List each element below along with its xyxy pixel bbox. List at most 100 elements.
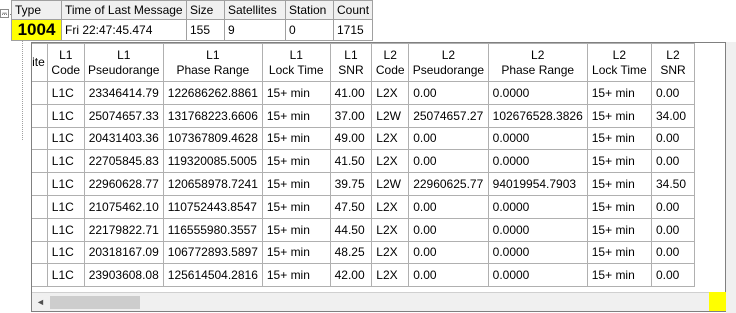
cell-l2-code[interactable]: L2X — [371, 126, 410, 151]
cell-l1-snr[interactable]: 37.00 — [329, 103, 373, 128]
cell-l2-snr[interactable]: 0.00 — [650, 81, 696, 105]
cell-l2-pseudorange[interactable]: 0.00 — [408, 81, 489, 105]
cell-l2-phase-range[interactable]: 94019954.7903 — [487, 172, 588, 196]
cell-l2-lock-time[interactable]: 15+ min — [586, 81, 652, 105]
cell-l2-lock-time[interactable]: 15+ min — [586, 263, 652, 288]
cell-l2-phase-range[interactable]: 102676528.3826 — [487, 103, 588, 128]
column-header-l2-lock-time[interactable]: L2 Lock Time — [586, 43, 652, 82]
cell-l2-code[interactable]: L2X — [371, 149, 410, 174]
cell-l1-phase-range[interactable]: 106772893.5897 — [162, 240, 263, 265]
table-row[interactable]: L1C 20318167.09 106772893.5897 15+ min 48.25… — [32, 240, 696, 265]
cell-l1-phase-range[interactable]: 131768223.6606 — [162, 103, 263, 128]
cell-l1-snr[interactable]: 49.00 — [329, 126, 373, 151]
cell-l1-pseudorange[interactable]: 25074657.33 — [83, 103, 164, 128]
cell-l2-phase-range[interactable]: 0.0000 — [487, 149, 588, 174]
cell-l1-pseudorange[interactable]: 20431403.36 — [83, 126, 164, 151]
cell-satellite[interactable] — [32, 126, 48, 151]
cell-l1-lock-time[interactable]: 15+ min — [261, 172, 331, 196]
cell-l1-code[interactable]: L1C — [46, 149, 85, 174]
cell-l1-pseudorange[interactable]: 22960628.77 — [83, 172, 164, 196]
cell-l2-snr[interactable]: 0.00 — [650, 126, 696, 151]
cell-l1-pseudorange[interactable]: 21075462.10 — [83, 194, 164, 219]
cell-l2-pseudorange[interactable]: 0.00 — [408, 217, 489, 242]
cell-l1-snr[interactable]: 39.75 — [329, 172, 373, 196]
scroll-left-icon[interactable]: ◄ — [32, 293, 49, 312]
cell-l1-code[interactable]: L1C — [46, 217, 85, 242]
cell-l1-code[interactable]: L1C — [46, 263, 85, 288]
header-type[interactable]: Type — [11, 0, 62, 20]
cell-l2-code[interactable]: L2W — [371, 172, 410, 196]
cell-l1-phase-range[interactable]: 122686262.8861 — [162, 81, 263, 105]
cell-l1-lock-time[interactable]: 15+ min — [261, 217, 331, 242]
cell-l2-phase-range[interactable]: 0.0000 — [487, 126, 588, 151]
cell-l2-snr[interactable]: 0.00 — [650, 263, 696, 288]
cell-l1-code[interactable]: L1C — [46, 81, 85, 105]
cell-l1-phase-range[interactable]: 119320085.5005 — [162, 149, 263, 174]
cell-l1-phase-range[interactable]: 110752443.8547 — [162, 194, 263, 219]
cell-l2-phase-range[interactable]: 0.0000 — [487, 217, 588, 242]
summary-value-row[interactable]: 1004 Fri 22:47:45.474 155 9 0 1715 — [11, 19, 374, 41]
table-row[interactable]: L1C 22705845.83 119320085.5005 15+ min 41.50… — [32, 149, 696, 174]
cell-l2-snr[interactable]: 0.00 — [650, 194, 696, 219]
cell-l1-pseudorange[interactable]: 23346414.79 — [83, 81, 164, 105]
cell-l2-code[interactable]: L2X — [371, 240, 410, 265]
column-header-l2-code[interactable]: L2 Code — [371, 43, 410, 82]
cell-l2-lock-time[interactable]: 15+ min — [586, 217, 652, 242]
cell-l1-pseudorange[interactable]: 20318167.09 — [83, 240, 164, 265]
cell-l1-code[interactable]: L1C — [46, 126, 85, 151]
header-station[interactable]: Station — [285, 0, 334, 20]
cell-l1-lock-time[interactable]: 15+ min — [261, 240, 331, 265]
cell-l1-phase-range[interactable]: 120658978.7241 — [162, 172, 263, 196]
horizontal-scrollbar[interactable]: ◄ — [32, 292, 725, 311]
header-count[interactable]: Count — [332, 0, 374, 20]
cell-l1-code[interactable]: L1C — [46, 172, 85, 196]
cell-l1-lock-time[interactable]: 15+ min — [261, 194, 331, 219]
table-row[interactable]: L1C 20431403.36 107367809.4628 15+ min 49.00… — [32, 126, 696, 151]
cell-l2-pseudorange[interactable]: 22960625.77 — [408, 172, 489, 196]
cell-l1-lock-time[interactable]: 15+ min — [261, 149, 331, 174]
cell-l1-code[interactable]: L1C — [46, 194, 85, 219]
cell-l2-lock-time[interactable]: 15+ min — [586, 149, 652, 174]
cell-l1-code[interactable]: L1C — [46, 103, 85, 128]
column-header-l2-pseudorange[interactable]: L2 Pseudorange — [408, 43, 489, 82]
header-time-of-last-message[interactable]: Time of Last Message — [61, 0, 187, 20]
cell-l1-snr[interactable]: 44.50 — [329, 217, 373, 242]
column-header-l1-pseudorange[interactable]: L1 Pseudorange — [83, 43, 164, 82]
cell-satellite[interactable] — [32, 263, 48, 288]
cell-l2-pseudorange[interactable]: 0.00 — [408, 126, 489, 151]
header-size[interactable]: Size — [186, 0, 225, 20]
column-header-l1-phase-range[interactable]: L1 Phase Range — [162, 43, 263, 82]
cell-l2-lock-time[interactable]: 15+ min — [586, 194, 652, 219]
table-row[interactable]: L1C 21075462.10 110752443.8547 15+ min 47.50… — [32, 194, 696, 219]
cell-l1-pseudorange[interactable]: 23903608.08 — [83, 263, 164, 288]
cell-l1-snr[interactable]: 48.25 — [329, 240, 373, 265]
cell-l2-pseudorange[interactable]: 25074657.27 — [408, 103, 489, 128]
cell-l2-pseudorange[interactable]: 0.00 — [408, 149, 489, 174]
cell-l2-snr[interactable]: 0.00 — [650, 149, 696, 174]
cell-l1-pseudorange[interactable]: 22179822.71 — [83, 217, 164, 242]
cell-l2-pseudorange[interactable]: 0.00 — [408, 240, 489, 265]
table-row[interactable]: L1C 22960628.77 120658978.7241 15+ min 39.75… — [32, 172, 696, 196]
scrollbar-thumb[interactable] — [50, 296, 140, 309]
cell-l2-phase-range[interactable]: 0.0000 — [487, 263, 588, 288]
cell-l2-snr[interactable]: 34.00 — [650, 103, 696, 128]
cell-l2-code[interactable]: L2W — [371, 103, 410, 128]
cell-satellite[interactable] — [32, 194, 48, 219]
cell-l2-phase-range[interactable]: 0.0000 — [487, 240, 588, 265]
cell-l1-code[interactable]: L1C — [46, 240, 85, 265]
cell-satellite[interactable] — [32, 149, 48, 174]
header-satellites[interactable]: Satellites — [224, 0, 286, 20]
cell-l1-lock-time[interactable]: 15+ min — [261, 103, 331, 128]
cell-l2-code[interactable]: L2X — [371, 81, 410, 105]
column-header-l1-snr[interactable]: L1 SNR — [329, 43, 373, 82]
cell-l1-snr[interactable]: 47.50 — [329, 194, 373, 219]
table-row[interactable]: L1C 25074657.33 131768223.6606 15+ min 37.00… — [32, 103, 696, 128]
cell-l1-lock-time[interactable]: 15+ min — [261, 81, 331, 105]
table-row[interactable]: L1C 22179822.71 116555980.3557 15+ min 44.50… — [32, 217, 696, 242]
cell-l2-pseudorange[interactable]: 0.00 — [408, 194, 489, 219]
cell-l2-code[interactable]: L2X — [371, 194, 410, 219]
column-header-l2-snr[interactable]: L2 SNR — [650, 43, 696, 82]
cell-l2-phase-range[interactable]: 0.0000 — [487, 194, 588, 219]
cell-l1-phase-range[interactable]: 107367809.4628 — [162, 126, 263, 151]
cell-l1-snr[interactable]: 41.50 — [329, 149, 373, 174]
